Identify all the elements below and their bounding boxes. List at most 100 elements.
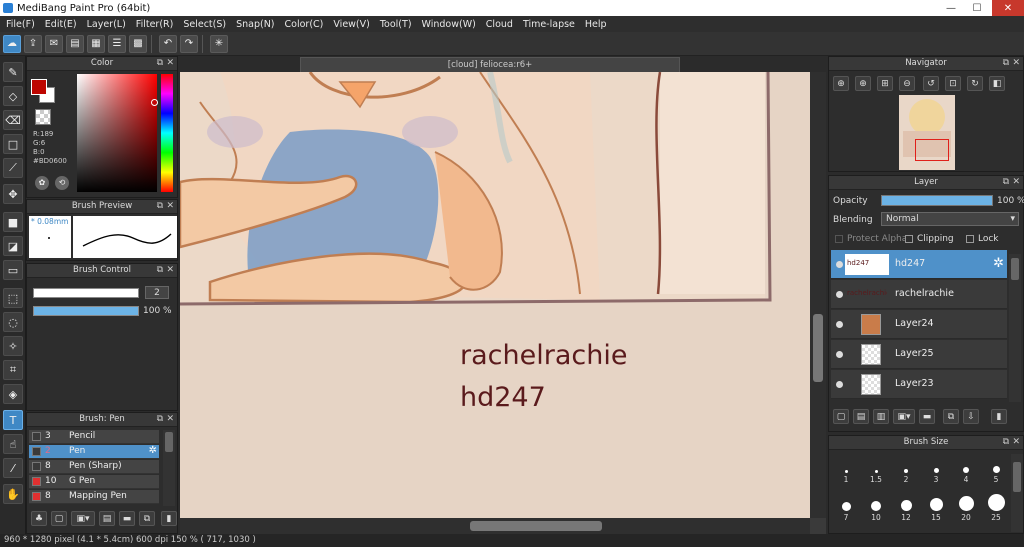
document-icon[interactable]: ▦ [87, 34, 105, 53]
menu-view[interactable]: View(V) [333, 19, 369, 30]
cloud-icon[interactable]: ☁ [3, 34, 21, 53]
layer-scroll-thumb[interactable] [1011, 258, 1019, 280]
maximize-button[interactable]: ☐ [964, 0, 990, 16]
hue-slider[interactable] [161, 74, 173, 192]
duplicate-brush-icon[interactable]: ⧉ [139, 511, 155, 526]
canvas-text-hd247[interactable]: hd247 [460, 382, 546, 413]
blending-select[interactable]: Normal ▾ [881, 212, 1019, 226]
close-panel-icon[interactable]: ✕ [1012, 436, 1020, 449]
brush-tool-icon[interactable]: ✎ [3, 62, 23, 82]
brush-menu-icon[interactable]: ▣▾ [71, 511, 95, 526]
layer-opacity-slider[interactable] [881, 195, 993, 206]
line-tool-icon[interactable]: ⟋ [3, 158, 23, 178]
brush-size-option[interactable]: 2 [891, 454, 921, 484]
list-icon[interactable]: ☰ [108, 34, 126, 53]
brush-item[interactable]: 10 G Pen [29, 475, 159, 489]
eye-icon[interactable] [836, 381, 843, 388]
zoom-in-alt-icon[interactable]: ⊕ [855, 76, 871, 91]
layer-folder-icon[interactable]: ▬ [919, 409, 935, 424]
eraser-tool-icon[interactable]: ◇ [3, 86, 23, 106]
canvas[interactable]: rachelrachie hd247 [180, 72, 810, 518]
navigator-thumbnail[interactable] [899, 95, 955, 170]
vertical-scroll-thumb[interactable] [813, 314, 823, 382]
add-layer-menu-icon[interactable]: ▣▾ [893, 409, 915, 424]
layer-list-scrollbar[interactable] [1009, 254, 1021, 402]
fit-screen-icon[interactable]: ⊞ [877, 76, 893, 91]
merge-layer-icon[interactable]: ⇩ [963, 409, 979, 424]
redo-icon[interactable]: ↷ [180, 34, 198, 53]
undock-icon[interactable]: ⧉ [157, 264, 163, 277]
brush-size-option[interactable]: 4 [951, 454, 981, 484]
brush-item[interactable]: 2 Pen ✲ [29, 445, 159, 459]
canvas-horizontal-scrollbar[interactable] [180, 518, 810, 534]
brush-size-option[interactable]: 10 [861, 492, 891, 522]
menu-cloud[interactable]: Cloud [486, 19, 513, 30]
zoom-in-icon[interactable]: ⊕ [833, 76, 849, 91]
undock-icon[interactable]: ⧉ [157, 413, 163, 426]
text-tool-icon[interactable]: T [3, 410, 23, 430]
new-halftone-layer-icon[interactable]: ▤ [853, 409, 869, 424]
saturation-value-picker[interactable] [77, 74, 157, 192]
eye-icon[interactable] [836, 261, 843, 268]
hand-tool-icon[interactable]: ✋ [3, 484, 23, 504]
layer-row[interactable]: Layer25 [831, 340, 1007, 369]
close-panel-icon[interactable]: ✕ [1012, 176, 1020, 189]
magic-wand-icon[interactable]: ✧ [3, 336, 23, 356]
move-tool-icon[interactable]: ✥ [3, 184, 23, 204]
minimize-button[interactable]: — [938, 0, 964, 16]
select-eraser-icon[interactable]: ◈ [3, 384, 23, 404]
reset-rotation-icon[interactable]: ⊡ [945, 76, 961, 91]
operation-tool-icon[interactable]: ☝ [3, 434, 23, 454]
brush-size-option[interactable]: 7 [831, 492, 861, 522]
duplicate-layer-icon[interactable]: ⧉ [943, 409, 959, 424]
brush-size-option[interactable]: 20 [951, 492, 981, 522]
brush-size-option[interactable]: 1.5 [861, 454, 891, 484]
close-panel-icon[interactable]: ✕ [166, 57, 174, 70]
rectangle-tool-icon[interactable]: □ [3, 134, 23, 154]
copy-brush-icon[interactable]: ▤ [99, 511, 115, 526]
menu-file[interactable]: File(F) [6, 19, 35, 30]
new-layer-icon[interactable]: ▢ [833, 409, 849, 424]
menu-select[interactable]: Select(S) [183, 19, 226, 30]
brush-item[interactable]: 8 Mapping Pen [29, 490, 159, 504]
close-panel-icon[interactable]: ✕ [1012, 57, 1020, 70]
brush-size-option[interactable]: 3 [921, 454, 951, 484]
delete-brush-icon[interactable]: ▮ [161, 511, 177, 526]
close-button[interactable]: ✕ [992, 0, 1024, 16]
eye-icon[interactable] [836, 351, 843, 358]
layer-row[interactable]: rachelrachie rachelrachie [831, 280, 1007, 309]
fill-shape-icon[interactable]: ■ [3, 212, 23, 232]
grid-icon[interactable]: ▩ [129, 34, 147, 53]
select-rect-icon[interactable]: ⬚ [3, 288, 23, 308]
layer-row[interactable]: Layer24 [831, 310, 1007, 339]
layer-row[interactable]: hd247 hd247 ✲ [831, 250, 1007, 279]
eye-icon[interactable] [836, 321, 843, 328]
brush-size-option[interactable]: 15 [921, 492, 951, 522]
add-brush-icon[interactable]: ♣ [31, 511, 47, 526]
gradient-icon[interactable]: ▭ [3, 260, 23, 280]
canvas-text-rachelrachie[interactable]: rachelrachie [460, 340, 627, 371]
transparent-color-swatch[interactable] [35, 109, 51, 125]
brush-size-slider[interactable] [33, 288, 139, 298]
gear-icon[interactable]: ✲ [149, 445, 157, 456]
horizontal-scroll-thumb[interactable] [470, 521, 602, 531]
new-brush-icon[interactable]: ▢ [51, 511, 67, 526]
menu-time-lapse[interactable]: Time-lapse [523, 19, 575, 30]
flip-icon[interactable]: ◧ [989, 76, 1005, 91]
dot-eraser-icon[interactable]: ⌫ [3, 110, 23, 130]
brush-list-scroll-thumb[interactable] [165, 432, 173, 452]
share-icon[interactable]: ⇪ [24, 34, 42, 53]
select-pen-icon[interactable]: ⌗ [3, 360, 23, 380]
rotate-left-icon[interactable]: ↺ [923, 76, 939, 91]
menu-snap[interactable]: Snap(N) [236, 19, 274, 30]
zoom-out-icon[interactable]: ⊖ [899, 76, 915, 91]
brush-item[interactable]: 8 Pen (Sharp) [29, 460, 159, 474]
eyedropper-icon[interactable]: ⁄ [3, 458, 23, 478]
undock-icon[interactable]: ⧉ [1003, 436, 1009, 449]
close-panel-icon[interactable]: ✕ [166, 200, 174, 213]
new-8bit-layer-icon[interactable]: ▥ [873, 409, 889, 424]
brush-size-scrollbar[interactable] [1011, 454, 1023, 532]
undock-icon[interactable]: ⧉ [1003, 57, 1009, 70]
brush-opacity-slider[interactable] [33, 306, 139, 316]
gear-icon[interactable]: ✲ [993, 256, 1004, 271]
